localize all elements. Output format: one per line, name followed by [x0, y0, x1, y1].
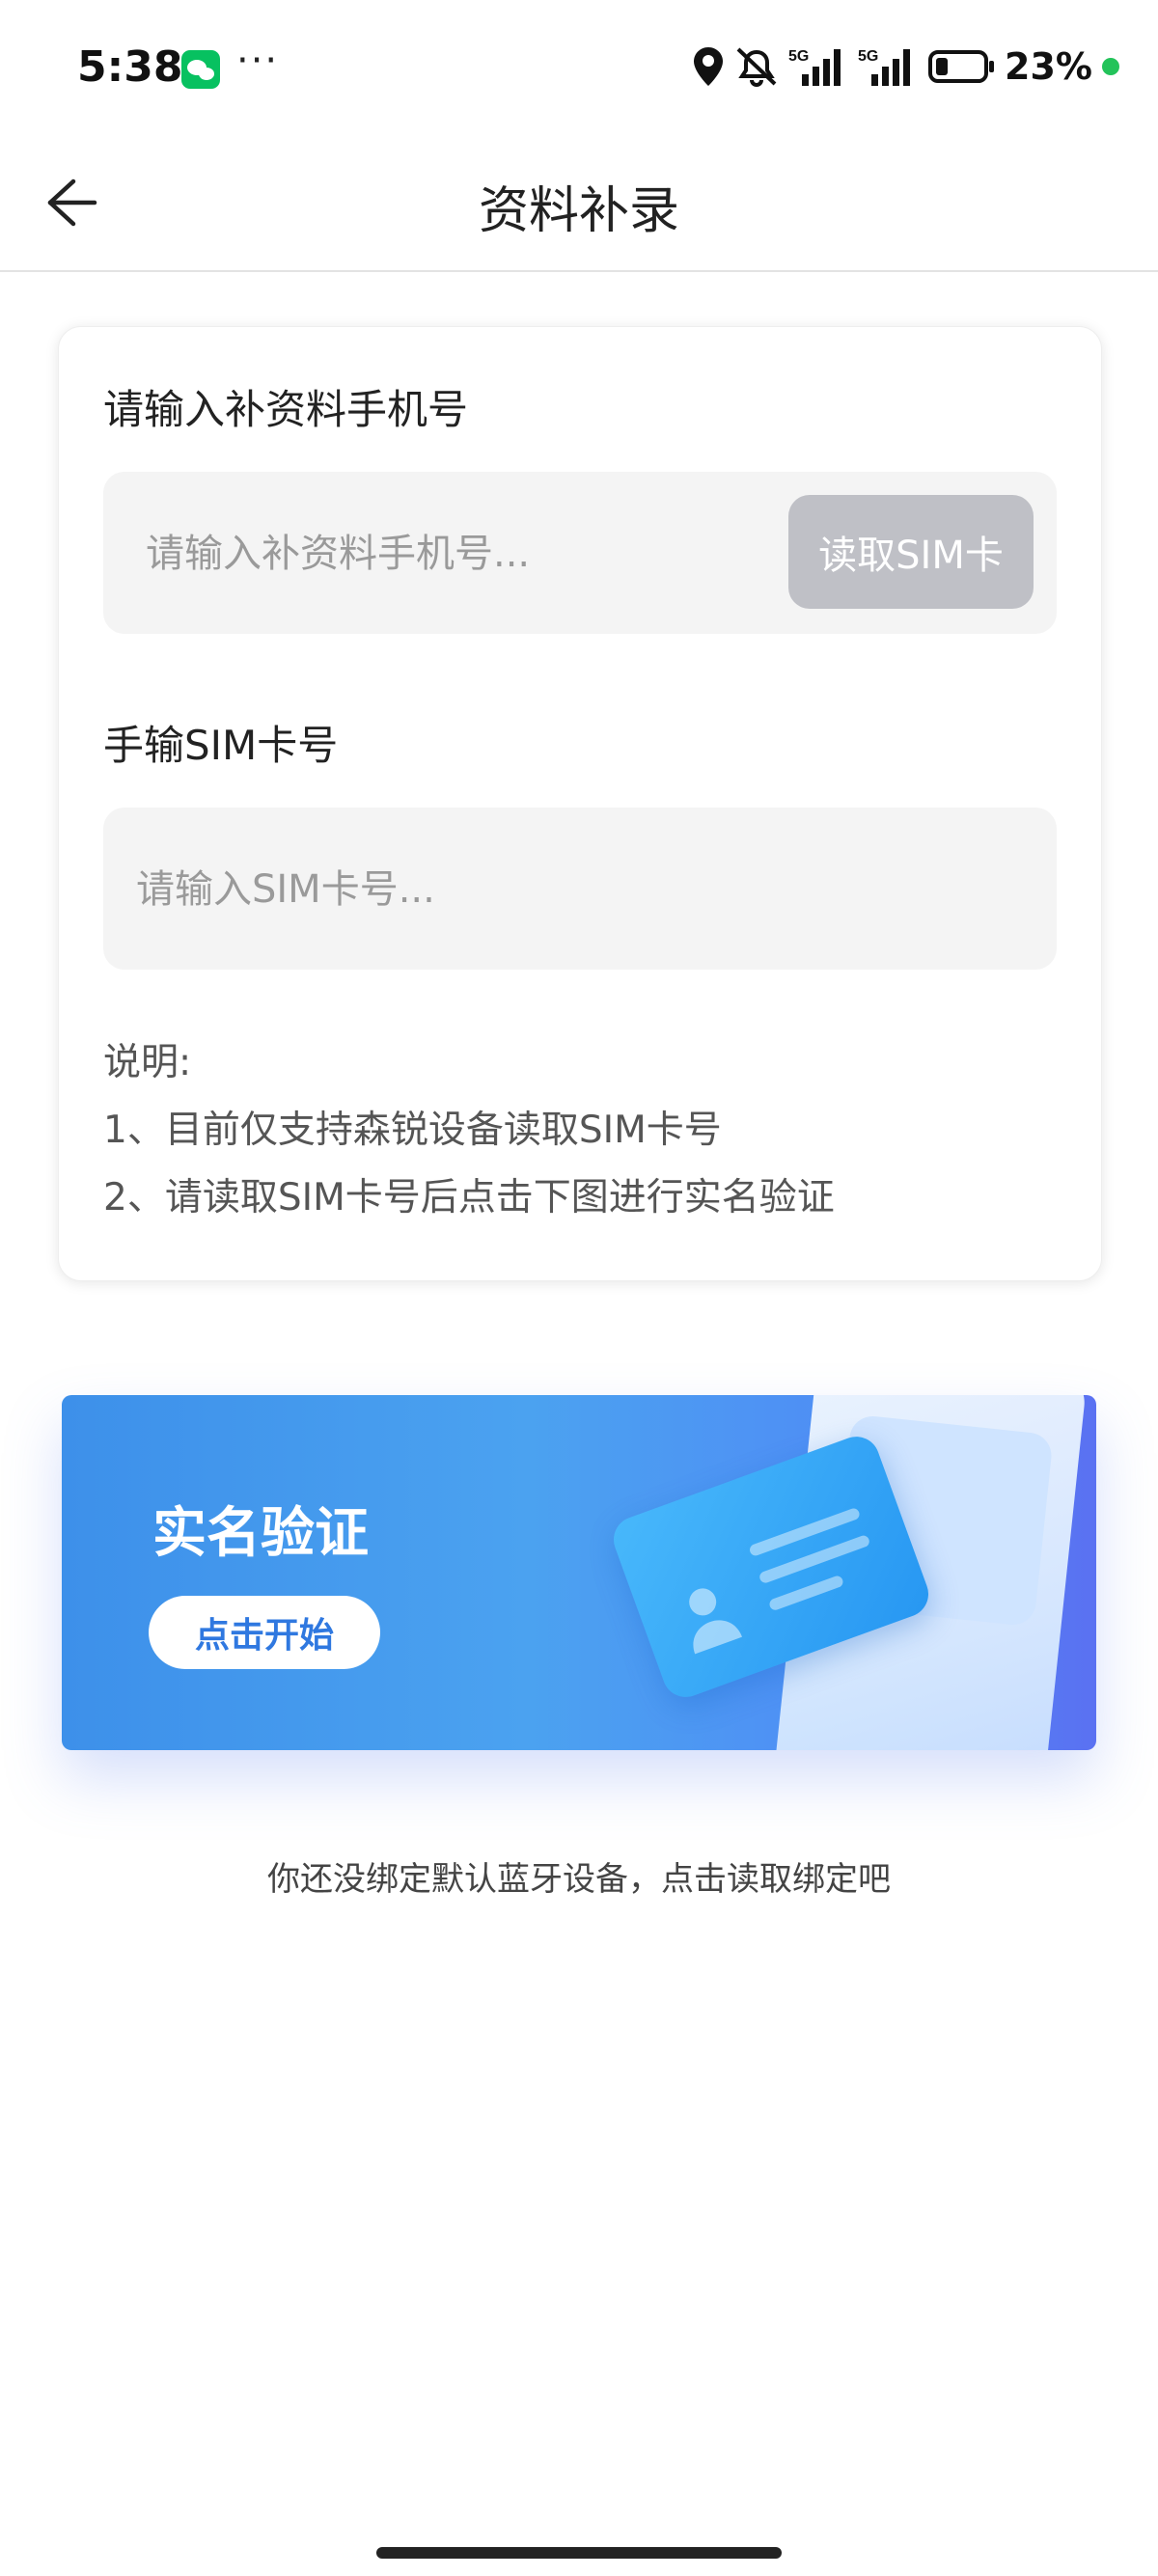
read-sim-button[interactable]: 读取SIM卡 [788, 495, 1034, 609]
signal-5g-icon: 5G [858, 48, 911, 86]
mute-icon [736, 47, 777, 87]
sim-field-container [103, 808, 1057, 972]
home-indicator[interactable] [376, 2547, 782, 2559]
phone-input[interactable] [144, 472, 765, 636]
notes-item: 2、请读取SIM卡号后点击下图进行实名验证 [103, 1176, 835, 1219]
svg-text:5G: 5G [788, 48, 809, 65]
notes-item: 1、目前仅支持森锐设备读取SIM卡号 [103, 1109, 722, 1152]
status-bar: 5:38 ··· 5G 5G 23% [0, 0, 1158, 135]
battery-icon [928, 50, 995, 83]
banner-title: 实名验证 [152, 1502, 369, 1565]
form-card: 请输入补资料手机号 读取SIM卡 手输SIM卡号 说明: 1、目前仅支持森锐设备… [58, 326, 1102, 1281]
sim-input[interactable] [134, 808, 756, 972]
more-notifications-icon: ··· [236, 39, 280, 83]
privacy-indicator-dot [1102, 58, 1119, 75]
location-icon [694, 47, 724, 86]
card-line [767, 1574, 845, 1612]
wechat-icon [181, 50, 220, 89]
battery-percent: 23% [1005, 45, 1092, 88]
person-icon [689, 1588, 743, 1655]
real-name-verification-banner[interactable]: 实名验证 点击开始 [62, 1395, 1096, 1750]
svg-text:5G: 5G [858, 48, 878, 65]
sim-label: 手输SIM卡号 [103, 722, 339, 769]
phone-field-container: 读取SIM卡 [103, 472, 1057, 636]
nav-bar: 资料补录 [0, 135, 1158, 272]
bluetooth-bind-hint[interactable]: 你还没绑定默认蓝牙设备，点击读取绑定吧 [0, 1852, 1158, 1900]
status-right: 5G 5G 23% [692, 42, 1119, 91]
signal-5g-icon: 5G [788, 48, 841, 86]
notes-title: 说明: [103, 1041, 192, 1084]
page-title: 资料补录 [478, 182, 679, 240]
status-time: 5:38 [77, 42, 183, 92]
phone-label: 请输入补资料手机号 [103, 386, 469, 433]
start-button[interactable]: 点击开始 [149, 1596, 380, 1669]
notes: 说明: 1、目前仅支持森锐设备读取SIM卡号 2、请读取SIM卡号后点击下图进行… [103, 1029, 835, 1232]
